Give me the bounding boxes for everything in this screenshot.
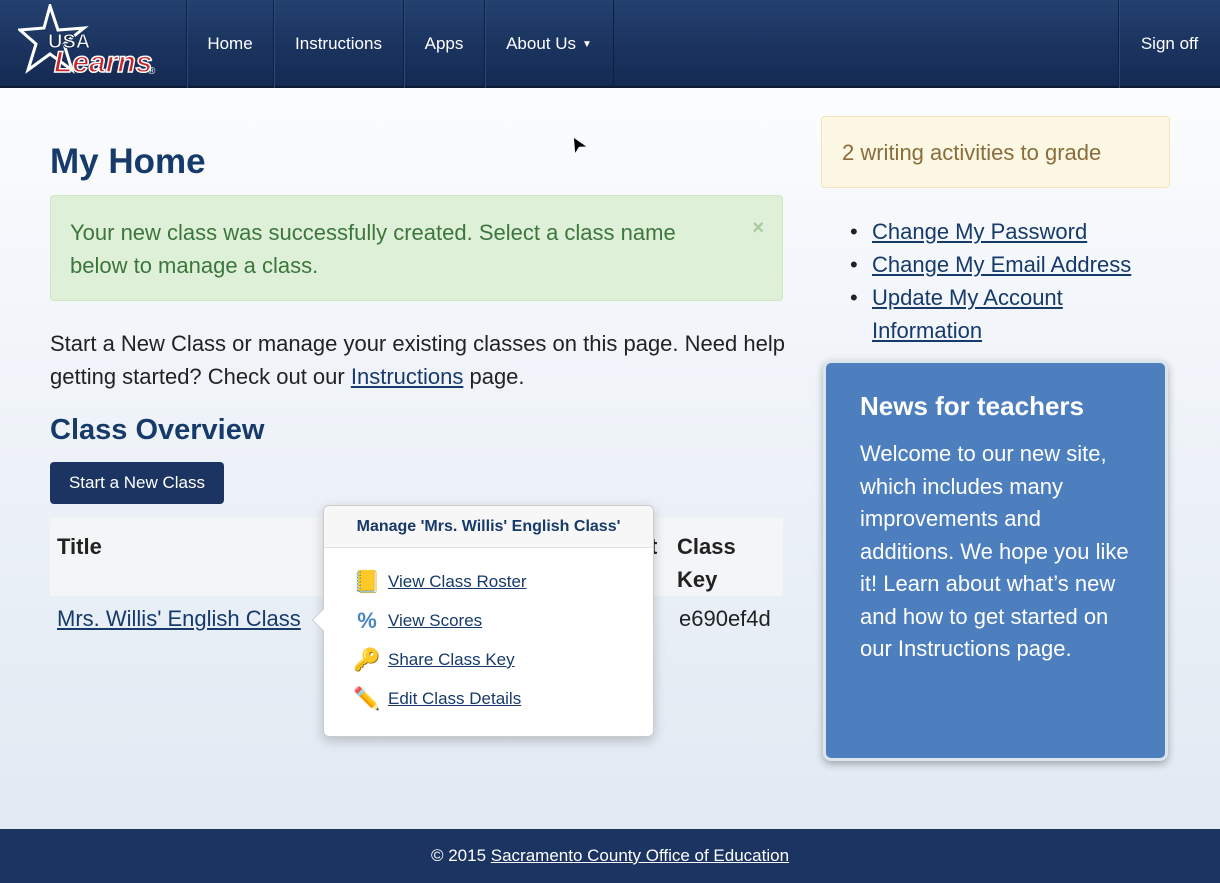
page-title: My Home: [50, 142, 206, 181]
usa-learns-logo[interactable]: USA Learns ®: [16, 0, 163, 82]
svg-text:®: ®: [148, 66, 156, 77]
copyright-text: © 2015: [430, 846, 491, 865]
alert-text: Your new class was successfully created.…: [70, 220, 676, 278]
view-class-roster-item[interactable]: 📒 View Class Roster: [352, 567, 527, 597]
manage-class-popover: Manage 'Mrs. Willis' English Class' 📒 Vie…: [311, 505, 654, 737]
close-icon[interactable]: ×: [752, 212, 764, 245]
share-class-key-link[interactable]: Share Class Key: [388, 650, 515, 670]
popover-arrow: [311, 608, 335, 632]
list-item: Change My Email Address: [850, 248, 1131, 281]
nav-divider: [613, 0, 614, 88]
caret-down-icon: ▼: [582, 38, 592, 50]
nav-about-us[interactable]: About Us ▼: [484, 0, 613, 88]
success-alert: Your new class was successfully created.…: [50, 195, 783, 301]
class-title-link[interactable]: Mrs. Willis' English Class: [57, 606, 301, 632]
top-navbar: USA Learns ® Home Instructions Apps Abou…: [0, 0, 1220, 88]
view-scores-link[interactable]: View Scores: [388, 611, 482, 631]
view-class-roster-link[interactable]: View Class Roster: [388, 572, 527, 592]
nav-home[interactable]: Home: [186, 0, 273, 88]
pencil-icon: ✏️: [353, 686, 381, 711]
intro-after: page.: [463, 364, 525, 389]
list-item: Change My Password: [850, 215, 1131, 248]
class-overview-heading: Class Overview: [50, 414, 265, 446]
view-scores-item[interactable]: % View Scores: [352, 606, 482, 636]
footer-link[interactable]: Sacramento County Office of Education: [491, 846, 789, 865]
svg-text:Learns: Learns: [54, 46, 152, 79]
news-panel: News for teachers Welcome to our new sit…: [823, 360, 1168, 761]
account-links: Change My Password Change My Email Addre…: [850, 215, 1131, 347]
instructions-link[interactable]: Instructions: [351, 364, 464, 389]
header-class-key: Class Key: [677, 534, 736, 592]
nav-about-label: About Us: [506, 34, 577, 53]
popover-title: Manage 'Mrs. Willis' English Class': [324, 506, 653, 548]
grading-notice[interactable]: 2 writing activities to grade: [821, 116, 1170, 188]
change-password-link[interactable]: Change My Password: [872, 219, 1087, 244]
key-icon: 🔑: [353, 647, 381, 672]
class-key: e690ef4d: [679, 606, 771, 631]
footer: © 2015 Sacramento County Office of Educa…: [0, 829, 1220, 883]
mouse-cursor-icon: ➤: [564, 131, 592, 158]
news-body: Welcome to our new site, which includes …: [860, 441, 1129, 661]
sign-off-link[interactable]: Sign off: [1118, 0, 1220, 88]
news-title: News for teachers: [860, 391, 1084, 421]
percent-icon: %: [357, 608, 377, 633]
update-account-link[interactable]: Update My Account Information: [872, 285, 1063, 343]
list-item: Update My Account Information: [850, 281, 1090, 347]
header-title: Title: [57, 534, 102, 559]
share-class-key-item[interactable]: 🔑 Share Class Key: [352, 645, 515, 675]
roster-book-icon: 📒: [353, 569, 381, 594]
intro-text: Start a New Class or manage your existin…: [50, 327, 785, 393]
start-new-class-button[interactable]: Start a New Class: [50, 462, 224, 504]
change-email-link[interactable]: Change My Email Address: [872, 252, 1131, 277]
edit-class-details-item[interactable]: ✏️ Edit Class Details: [352, 684, 521, 714]
edit-class-details-link[interactable]: Edit Class Details: [388, 689, 521, 709]
nav-instructions[interactable]: Instructions: [273, 0, 403, 88]
nav-apps[interactable]: Apps: [403, 0, 484, 88]
